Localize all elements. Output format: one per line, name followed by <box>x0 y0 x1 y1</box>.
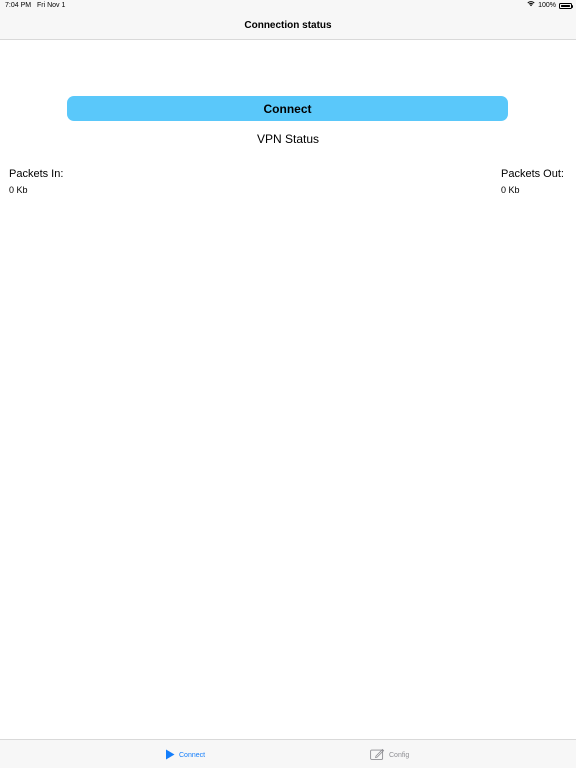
status-bar: 7:04 PM Fri Nov 1 100% <box>0 0 576 12</box>
status-right: 100% <box>527 0 574 12</box>
tab-connect-label: Connect <box>179 751 206 759</box>
status-time: 7:04 PM <box>5 2 32 9</box>
screen: 7:04 PM Fri Nov 1 100% Connection status… <box>0 0 576 768</box>
vpn-status-label: VPN Status <box>256 132 320 146</box>
tab-config[interactable]: Config <box>370 748 409 762</box>
packets-out-value: 0 Kb <box>501 185 520 195</box>
tab-connect[interactable]: Connect <box>165 748 205 762</box>
battery-icon <box>559 3 574 9</box>
tab-bar: Connect Config <box>0 739 576 768</box>
status-date: Fri Nov 1 <box>37 2 66 9</box>
page-title: Connection status <box>244 20 332 31</box>
tab-config-label: Config <box>389 751 410 759</box>
packets-in-value: 0 Kb <box>9 185 28 195</box>
navigation-bar: Connection status <box>0 12 576 40</box>
packets-in-label: Packets In: <box>9 168 64 180</box>
connect-button[interactable]: Connect <box>67 96 508 121</box>
play-icon <box>165 749 175 762</box>
edit-icon <box>370 748 385 762</box>
battery-percent: 100% <box>538 2 556 9</box>
wifi-icon <box>527 0 535 12</box>
packets-out-label: Packets Out: <box>501 168 564 180</box>
